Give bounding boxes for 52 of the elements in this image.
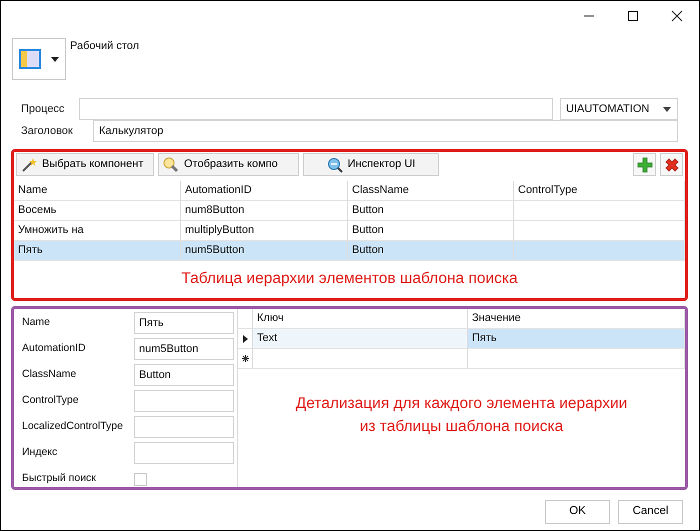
table-cell: Пять — [14, 241, 181, 261]
field-label: ControlType — [22, 393, 80, 408]
field-label: Быстрый поиск — [22, 471, 97, 486]
annotation-caption: Таблица иерархии элементов шаблона поиска — [180, 269, 519, 289]
field-label: ClassName — [22, 367, 78, 382]
desktop-label: Рабочий стол — [70, 39, 140, 54]
add-button[interactable] — [633, 153, 656, 176]
table-cell: Text — [253, 329, 468, 349]
annotation-caption: Детализация для каждого элемента иерархии из таблицы шаблона поиска — [296, 394, 628, 437]
column-header[interactable]: AutomationID — [181, 181, 348, 201]
field-label: Индекс — [22, 445, 58, 460]
table-cell: Button — [348, 201, 514, 221]
delete-icon — [664, 156, 680, 172]
maximize-icon — [627, 10, 639, 22]
input-field[interactable] — [134, 390, 234, 412]
close-icon — [671, 10, 683, 22]
delete-button[interactable] — [660, 153, 683, 176]
window-icon — [19, 49, 41, 69]
toolbar-button[interactable]: Выбрать компонент — [16, 153, 154, 176]
input-field[interactable]: Пять — [134, 312, 234, 334]
toolbar-button[interactable]: Отобразить компо — [158, 153, 299, 176]
caret-icon — [51, 56, 59, 62]
input-field[interactable] — [134, 442, 234, 464]
dialog-button[interactable]: Cancel — [618, 500, 683, 524]
table-cell: num8Button — [181, 201, 348, 221]
title-field[interactable]: Калькулятор — [93, 120, 678, 142]
process-field[interactable] — [79, 98, 553, 120]
plus-icon — [636, 156, 652, 172]
wand-icon — [21, 156, 37, 172]
engine-dropdown[interactable]: UIAUTOMATION — [560, 98, 678, 120]
field-label: Name — [22, 315, 52, 330]
column-header[interactable]: Name — [14, 181, 181, 201]
field-label: LocalizedControlType — [22, 419, 124, 434]
table-cell: Восемь — [14, 201, 181, 221]
column-header[interactable]: ClassName — [348, 181, 514, 201]
table-cell: num5Button — [181, 241, 348, 261]
table-cell: Button — [348, 241, 514, 261]
field-label: Процесс — [21, 102, 66, 117]
dialog-button[interactable]: OK — [545, 500, 610, 524]
input-field[interactable]: num5Button — [134, 338, 234, 360]
field-label: Заголовок — [21, 124, 74, 139]
inspector-icon — [326, 156, 343, 172]
input-field[interactable]: Button — [134, 364, 234, 386]
field-label: AutomationID — [22, 341, 87, 356]
table-cell: Пять — [468, 329, 685, 349]
toolbar-button[interactable]: Инспектор UI — [303, 153, 439, 176]
window-picker-button[interactable] — [12, 38, 66, 80]
input-field[interactable] — [134, 416, 234, 438]
caret-icon — [663, 106, 671, 112]
column-header[interactable]: ControlType — [514, 181, 685, 201]
checkbox[interactable] — [134, 472, 147, 486]
current-row-icon — [242, 334, 248, 342]
